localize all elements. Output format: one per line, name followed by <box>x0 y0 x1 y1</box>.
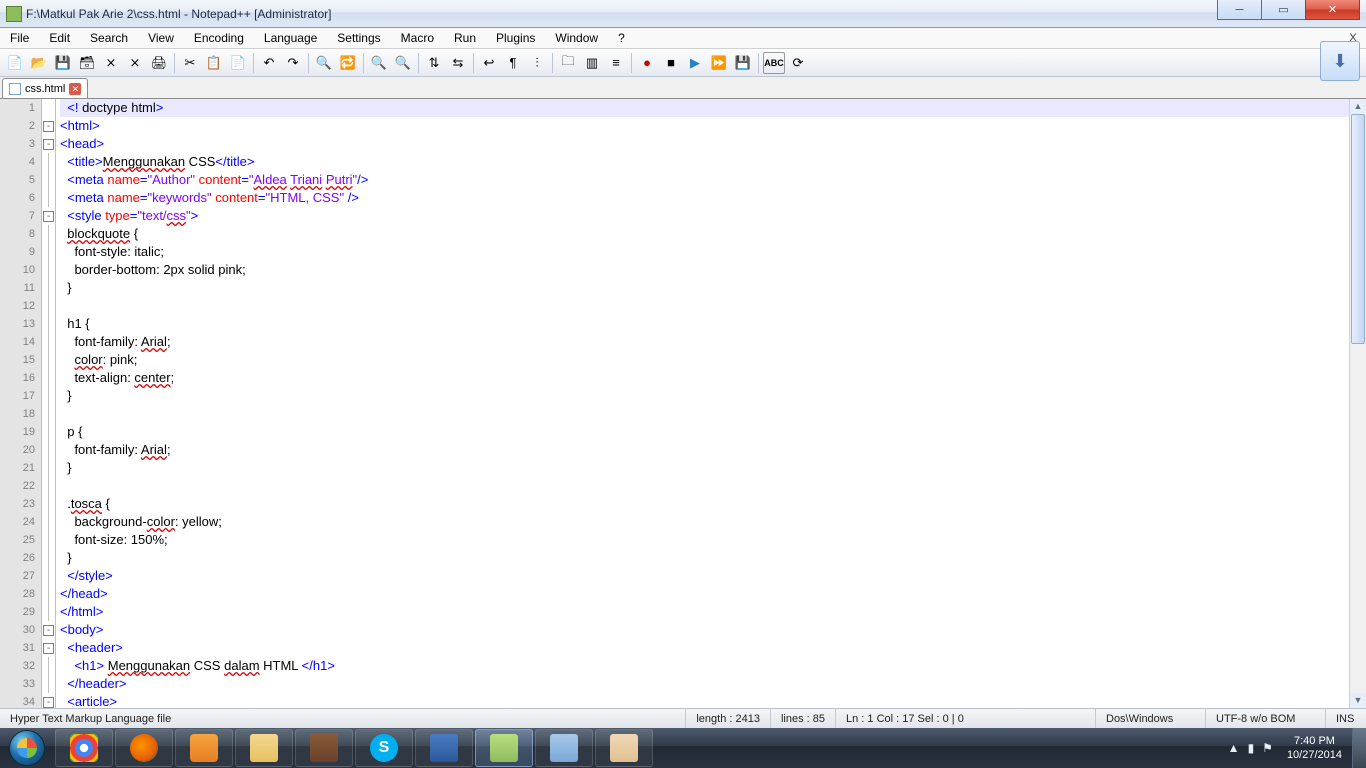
toolbar-collapse-button[interactable]: ⬇ <box>1320 41 1360 81</box>
line-number-gutter: 1234567891011121314151617181920212223242… <box>0 99 42 708</box>
new-file-icon[interactable]: 📄 <box>4 52 26 74</box>
status-encoding: UTF-8 w/o BOM <box>1206 709 1326 728</box>
close-all-icon[interactable]: ⨯ <box>124 52 146 74</box>
status-bar: Hyper Text Markup Language file length :… <box>0 708 1366 728</box>
status-length: length : 2413 <box>686 709 771 728</box>
tray-battery-icon[interactable]: ▮ <box>1248 741 1255 755</box>
scroll-down-icon[interactable]: ▼ <box>1350 693 1366 708</box>
tab-label: css.html <box>25 83 65 95</box>
sync-h-icon[interactable]: ⇆ <box>447 52 469 74</box>
save-all-icon[interactable]: 🗃 <box>76 52 98 74</box>
menu-help[interactable]: ? <box>608 31 635 45</box>
vertical-scrollbar[interactable]: ▲ ▼ <box>1349 99 1366 708</box>
start-button[interactable] <box>0 728 54 768</box>
menu-encoding[interactable]: Encoding <box>184 31 254 45</box>
scroll-up-icon[interactable]: ▲ <box>1350 99 1366 114</box>
show-all-icon[interactable]: ¶ <box>502 52 524 74</box>
minimize-button[interactable]: ─ <box>1217 0 1262 20</box>
status-position: Ln : 1 Col : 17 Sel : 0 | 0 <box>836 709 1096 728</box>
redo-icon[interactable]: ↷ <box>282 52 304 74</box>
app-icon <box>6 6 22 22</box>
zoom-in-icon[interactable]: 🔍 <box>368 52 390 74</box>
tab-close-icon[interactable]: ✕ <box>69 83 81 95</box>
taskbar-wmplayer[interactable] <box>175 729 233 767</box>
sync-v-icon[interactable]: ⇅ <box>423 52 445 74</box>
menu-bar: File Edit Search View Encoding Language … <box>0 28 1366 49</box>
spellcheck-next-icon[interactable]: ⟳ <box>787 52 809 74</box>
tray-clock[interactable]: 7:40 PM 10/27/2014 <box>1277 734 1352 762</box>
status-eol: Dos\Windows <box>1096 709 1206 728</box>
menu-file[interactable]: File <box>0 31 39 45</box>
paste-icon[interactable]: 📄 <box>227 52 249 74</box>
windows-taskbar: S ▲ ▮ ⚑ 7:40 PM 10/27/2014 <box>0 728 1366 768</box>
replace-icon[interactable]: 🔁 <box>337 52 359 74</box>
editor-area: 1234567891011121314151617181920212223242… <box>0 99 1366 708</box>
tray-chevron-icon[interactable]: ▲ <box>1228 741 1240 755</box>
play-multi-icon[interactable]: ⏩ <box>708 52 730 74</box>
taskbar-explorer[interactable] <box>235 729 293 767</box>
scroll-thumb[interactable] <box>1351 114 1365 344</box>
cut-icon[interactable]: ✂ <box>179 52 201 74</box>
userlang-icon[interactable]: 🗀 <box>557 52 579 74</box>
menu-search[interactable]: Search <box>80 31 138 45</box>
close-button[interactable]: ✕ <box>1305 0 1360 20</box>
tab-css-html[interactable]: css.html ✕ <box>2 78 88 98</box>
record-macro-icon[interactable]: ● <box>636 52 658 74</box>
tray-time: 7:40 PM <box>1287 734 1342 748</box>
menu-settings[interactable]: Settings <box>327 31 390 45</box>
code-area[interactable]: <! doctype html><html><head> <title>Meng… <box>56 99 1349 708</box>
maximize-button[interactable]: ▭ <box>1261 0 1306 20</box>
spellcheck-icon[interactable]: ABC <box>763 52 785 74</box>
taskbar-skype[interactable]: S <box>355 729 413 767</box>
window-title: F:\Matkul Pak Arie 2\css.html - Notepad+… <box>26 7 331 21</box>
status-filetype: Hyper Text Markup Language file <box>0 709 686 728</box>
taskbar-paint[interactable] <box>595 729 653 767</box>
show-desktop-button[interactable] <box>1352 728 1366 768</box>
stop-macro-icon[interactable]: ■ <box>660 52 682 74</box>
find-icon[interactable]: 🔍 <box>313 52 335 74</box>
menu-plugins[interactable]: Plugins <box>486 31 545 45</box>
wordwrap-icon[interactable]: ↩ <box>478 52 500 74</box>
system-tray: ▲ ▮ ⚑ 7:40 PM 10/27/2014 <box>1224 728 1366 768</box>
tray-date: 10/27/2014 <box>1287 748 1342 762</box>
menu-window[interactable]: Window <box>545 31 608 45</box>
menu-macro[interactable]: Macro <box>391 31 444 45</box>
taskbar-chrome[interactable] <box>55 729 113 767</box>
copy-icon[interactable]: 📋 <box>203 52 225 74</box>
taskbar-notepadpp[interactable] <box>475 729 533 767</box>
status-lines: lines : 85 <box>771 709 836 728</box>
indent-guide-icon[interactable]: ⫶ <box>526 52 548 74</box>
taskbar-winrar[interactable] <box>295 729 353 767</box>
save-icon[interactable]: 💾 <box>52 52 74 74</box>
menu-run[interactable]: Run <box>444 31 486 45</box>
status-insert-mode: INS <box>1326 709 1366 728</box>
taskbar-word[interactable] <box>415 729 473 767</box>
save-macro-icon[interactable]: 💾 <box>732 52 754 74</box>
windows-orb-icon <box>9 730 45 766</box>
menu-view[interactable]: View <box>138 31 184 45</box>
toolbar: 📄 📂 💾 🗃 ⨯ ⨯ 🖨 ✂ 📋 📄 ↶ ↷ 🔍 🔁 🔍 🔍 ⇅ ⇆ ↩ ¶ … <box>0 49 1366 77</box>
fold-gutter[interactable] <box>42 99 56 708</box>
menu-edit[interactable]: Edit <box>39 31 80 45</box>
window-title-bar: F:\Matkul Pak Arie 2\css.html - Notepad+… <box>0 0 1366 28</box>
tray-flag-icon[interactable]: ⚑ <box>1262 741 1273 755</box>
file-icon <box>9 83 21 95</box>
open-file-icon[interactable]: 📂 <box>28 52 50 74</box>
print-icon[interactable]: 🖨 <box>148 52 170 74</box>
menu-language[interactable]: Language <box>254 31 327 45</box>
zoom-out-icon[interactable]: 🔍 <box>392 52 414 74</box>
taskbar-notes[interactable] <box>535 729 593 767</box>
tab-bar: css.html ✕ <box>0 77 1366 99</box>
func-list-icon[interactable]: ≡ <box>605 52 627 74</box>
play-macro-icon[interactable]: ▶ <box>684 52 706 74</box>
close-file-icon[interactable]: ⨯ <box>100 52 122 74</box>
undo-icon[interactable]: ↶ <box>258 52 280 74</box>
taskbar-firefox[interactable] <box>115 729 173 767</box>
doc-map-icon[interactable]: ▥ <box>581 52 603 74</box>
